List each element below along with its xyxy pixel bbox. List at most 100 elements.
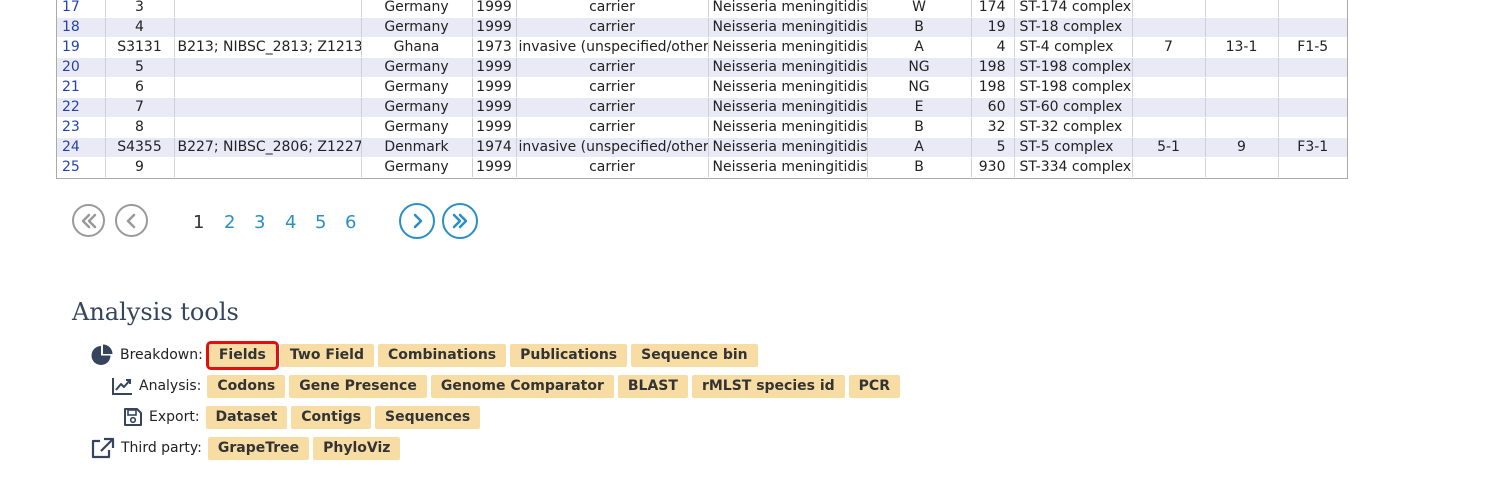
isolate-name-cell: 9 bbox=[105, 157, 175, 178]
combinations-button[interactable]: Combinations bbox=[378, 343, 507, 367]
isolate-name-cell: 8 bbox=[105, 117, 175, 138]
clonal-complex-cell: ST-174 complex bbox=[1014, 0, 1133, 18]
st-cell: 60 bbox=[971, 97, 1015, 118]
pora-vr2-cell bbox=[1205, 17, 1279, 38]
two-field-button[interactable]: Two Field bbox=[279, 343, 374, 367]
page-2[interactable]: 2 bbox=[224, 212, 235, 233]
page-5[interactable]: 5 bbox=[315, 212, 326, 233]
grapetree-button[interactable]: GrapeTree bbox=[207, 436, 310, 460]
sequence-bin-button[interactable]: Sequence bin bbox=[631, 343, 758, 367]
page-6[interactable]: 6 bbox=[345, 212, 356, 233]
chevron-left-icon bbox=[126, 213, 135, 228]
species-cell: Neisseria meningitidis bbox=[708, 0, 868, 18]
serogroup-cell: E bbox=[867, 97, 972, 118]
year-cell: 1999 bbox=[472, 117, 517, 138]
country-cell: Germany bbox=[361, 97, 473, 118]
double-chevron-left-icon bbox=[81, 213, 96, 228]
table-row: 21 6 Germany 1999 carrier Neisseria meningiti… bbox=[57, 77, 1347, 98]
year-cell: 1999 bbox=[472, 17, 517, 38]
gene-presence-button[interactable]: Gene Presence bbox=[289, 374, 427, 398]
country-cell: Germany bbox=[361, 157, 473, 178]
first-page-button[interactable] bbox=[72, 204, 105, 237]
page-1: 1 bbox=[193, 212, 205, 233]
pora-vr1-cell bbox=[1132, 17, 1206, 38]
disease-cell: invasive (unspecified/other) bbox=[516, 137, 709, 158]
pora-vr2-cell bbox=[1205, 0, 1279, 18]
aliases-cell bbox=[174, 57, 362, 78]
dataset-button[interactable]: Dataset bbox=[205, 405, 288, 429]
pora-vr2-cell bbox=[1205, 117, 1279, 138]
third-party-row: Third party: GrapeTree PhyloViz bbox=[90, 436, 404, 460]
year-cell: 1973 bbox=[472, 37, 517, 58]
st-cell: 5 bbox=[971, 137, 1015, 158]
serogroup-cell: B bbox=[867, 157, 972, 178]
isolate-table: 17 3 Germany 1999 carrier Neisseria meningiti… bbox=[57, 0, 1347, 178]
st-cell: 198 bbox=[971, 77, 1015, 98]
isolate-id-cell[interactable]: 25 bbox=[57, 157, 106, 178]
page-3[interactable]: 3 bbox=[254, 212, 265, 233]
feta-vr-cell bbox=[1278, 157, 1347, 178]
clonal-complex-cell: ST-198 complex bbox=[1014, 77, 1133, 98]
feta-vr-cell bbox=[1278, 0, 1347, 18]
year-cell: 1999 bbox=[472, 77, 517, 98]
clonal-complex-cell: ST-334 complex bbox=[1014, 157, 1133, 178]
publications-button[interactable]: Publications bbox=[510, 343, 628, 367]
st-cell: 198 bbox=[971, 57, 1015, 78]
country-cell: Ghana bbox=[361, 37, 473, 58]
isolate-id-cell[interactable]: 19 bbox=[57, 37, 106, 58]
aliases-cell bbox=[174, 0, 362, 18]
pcr-button[interactable]: PCR bbox=[848, 374, 900, 398]
codons-button[interactable]: Codons bbox=[207, 374, 286, 398]
clonal-complex-cell: ST-60 complex bbox=[1014, 97, 1133, 118]
table-row: 22 7 Germany 1999 carrier Neisseria meningiti… bbox=[57, 97, 1347, 118]
third-party-label: Third party: bbox=[121, 440, 202, 456]
pora-vr2-cell bbox=[1205, 77, 1279, 98]
feta-vr-cell bbox=[1278, 117, 1347, 138]
isolate-id-cell[interactable]: 23 bbox=[57, 117, 106, 138]
isolate-name-cell: 5 bbox=[105, 57, 175, 78]
species-cell: Neisseria meningitidis bbox=[708, 97, 868, 118]
aliases-cell: B227; NIBSC_2806; Z1227 bbox=[174, 137, 362, 158]
fields-button[interactable]: Fields bbox=[205, 340, 279, 370]
page-4[interactable]: 4 bbox=[285, 212, 296, 233]
year-cell: 1999 bbox=[472, 0, 517, 18]
previous-page-button[interactable] bbox=[115, 204, 148, 237]
pora-vr2-cell bbox=[1205, 157, 1279, 178]
sequences-button[interactable]: Sequences bbox=[375, 405, 481, 429]
country-cell: Germany bbox=[361, 17, 473, 38]
year-cell: 1999 bbox=[472, 157, 517, 178]
country-cell: Denmark bbox=[361, 137, 473, 158]
isolate-id-cell[interactable]: 18 bbox=[57, 17, 106, 38]
chevron-right-icon bbox=[413, 213, 423, 229]
isolate-id-cell[interactable]: 24 bbox=[57, 137, 106, 158]
isolate-id-cell[interactable]: 20 bbox=[57, 57, 106, 78]
aliases-cell bbox=[174, 17, 362, 38]
st-cell: 32 bbox=[971, 117, 1015, 138]
isolate-id-cell[interactable]: 22 bbox=[57, 97, 106, 118]
table-row: 23 8 Germany 1999 carrier Neisseria meningiti… bbox=[57, 117, 1347, 138]
feta-vr-cell bbox=[1278, 97, 1347, 118]
line-chart-icon bbox=[111, 376, 133, 396]
rmlst-species-id-button[interactable]: rMLST species id bbox=[691, 374, 845, 398]
next-page-button[interactable] bbox=[399, 203, 435, 239]
analysis-tools-heading: Analysis tools bbox=[72, 298, 239, 326]
table-row: 20 5 Germany 1999 carrier Neisseria meningiti… bbox=[57, 57, 1347, 78]
contigs-button[interactable]: Contigs bbox=[291, 405, 371, 429]
country-cell: Germany bbox=[361, 117, 473, 138]
breakdown-row: Breakdown: Fields Two Field Combinations… bbox=[90, 340, 762, 370]
species-cell: Neisseria meningitidis bbox=[708, 157, 868, 178]
disease-cell: carrier bbox=[516, 77, 709, 98]
pora-vr1-cell bbox=[1132, 157, 1206, 178]
table-row: 24 S4355 B227; NIBSC_2806; Z1227 Denmark 197… bbox=[57, 137, 1347, 158]
blast-button[interactable]: BLAST bbox=[617, 374, 688, 398]
pora-vr1-cell: 7 bbox=[1132, 37, 1206, 58]
phyloviz-button[interactable]: PhyloViz bbox=[313, 436, 401, 460]
year-cell: 1999 bbox=[472, 97, 517, 118]
isolate-id-cell[interactable]: 21 bbox=[57, 77, 106, 98]
isolate-name-cell: 4 bbox=[105, 17, 175, 38]
isolate-id-cell[interactable]: 17 bbox=[57, 0, 106, 18]
last-page-button[interactable] bbox=[442, 203, 478, 239]
genome-comparator-button[interactable]: Genome Comparator bbox=[430, 374, 614, 398]
serogroup-cell: NG bbox=[867, 77, 972, 98]
aliases-cell bbox=[174, 157, 362, 178]
